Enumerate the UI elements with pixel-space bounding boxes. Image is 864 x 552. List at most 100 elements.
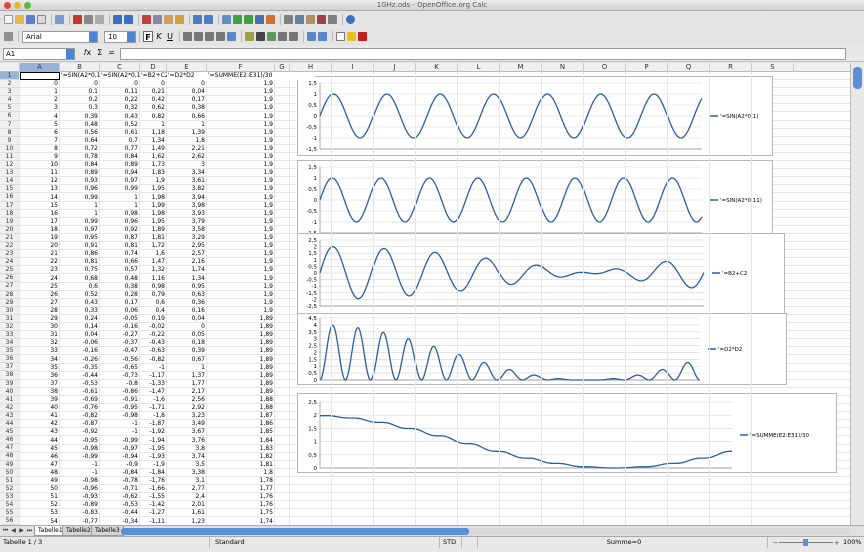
data-cell[interactable]: 5 [20, 121, 60, 129]
row-header[interactable]: 41 [0, 396, 19, 404]
data-cell[interactable]: 23 [20, 266, 60, 274]
data-cell[interactable]: 0,21 [140, 88, 167, 96]
data-cell[interactable]: 26 [20, 291, 60, 299]
data-cell[interactable]: 1,9 [207, 299, 275, 307]
data-cell[interactable]: 1,84 [207, 437, 275, 445]
data-cell[interactable]: 0,06 [100, 307, 140, 315]
data-cell[interactable]: -0,99 [60, 453, 100, 461]
data-cell[interactable]: 3,29 [167, 234, 207, 242]
data-cell[interactable]: 0,43 [100, 113, 140, 121]
row-header[interactable]: 25 [0, 266, 19, 275]
data-cell[interactable]: 40 [20, 404, 60, 412]
column-header[interactable]: M [500, 63, 542, 72]
navigator-icon[interactable] [295, 14, 304, 24]
data-cell[interactable]: -0,47 [100, 347, 140, 355]
data-cell[interactable]: -1,8 [140, 412, 167, 420]
data-cell[interactable]: -0,16 [100, 323, 140, 331]
data-cell[interactable]: 2,21 [167, 145, 207, 153]
data-cell[interactable]: 1,89 [207, 315, 275, 323]
data-cell[interactable]: -0,73 [100, 372, 140, 380]
row-header[interactable]: 36 [0, 355, 19, 364]
data-cell[interactable]: 1,9 [207, 250, 275, 258]
data-cell[interactable]: 0,38 [100, 283, 140, 291]
data-cell[interactable]: 0,63 [167, 291, 207, 299]
data-cell[interactable]: 1,74 [167, 266, 207, 274]
data-cell[interactable]: 30 [20, 323, 60, 331]
data-cell[interactable]: 1,78 [207, 477, 275, 485]
data-cell[interactable]: 1,18 [140, 129, 167, 137]
data-cell[interactable]: 0,66 [167, 113, 207, 121]
data-cell[interactable]: -0,82 [60, 412, 100, 420]
data-cell[interactable]: 1,47 [140, 258, 167, 266]
data-cell[interactable]: 0,6 [60, 283, 100, 291]
data-cell[interactable]: 1,9 [207, 266, 275, 274]
data-cell[interactable]: 0,95 [167, 283, 207, 291]
data-cell[interactable]: 0,39 [60, 113, 100, 121]
data-cell[interactable]: 0,98 [140, 283, 167, 291]
data-cell[interactable]: 0,81 [60, 258, 100, 266]
align-right-icon[interactable] [205, 32, 214, 41]
row-header[interactable]: 3 [0, 88, 19, 97]
data-cell[interactable]: -0,96 [60, 485, 100, 493]
row-header[interactable]: 49 [0, 461, 19, 469]
data-cell[interactable]: -1,9 [140, 461, 167, 469]
data-cell[interactable]: 2,62 [167, 153, 207, 161]
data-cell[interactable]: -0,83 [60, 509, 100, 517]
data-cell[interactable]: 14 [20, 194, 60, 202]
data-cell[interactable]: 4 [20, 113, 60, 121]
row-header[interactable]: 17 [0, 202, 19, 210]
data-cell[interactable]: 0,19 [140, 315, 167, 323]
data-cell[interactable]: -0,02 [140, 323, 167, 331]
column-header[interactable]: G [275, 63, 290, 72]
name-box[interactable]: A1 [3, 48, 75, 60]
italic-button[interactable]: K [154, 31, 164, 42]
data-cell[interactable]: 1,75 [207, 509, 275, 517]
data-cell[interactable]: 1,88 [207, 396, 275, 404]
data-cell[interactable]: 1,86 [207, 420, 275, 428]
data-cell[interactable]: 2,92 [167, 404, 207, 412]
data-cell[interactable]: 2,95 [167, 242, 207, 250]
data-cell[interactable]: -1,76 [140, 477, 167, 485]
data-cell[interactable]: 1,89 [207, 388, 275, 396]
data-cell[interactable]: -1,87 [140, 420, 167, 428]
column-header[interactable]: J [374, 63, 416, 72]
sheet-tab[interactable]: Tabelle3 [91, 526, 124, 536]
data-cell[interactable]: 12 [20, 177, 60, 185]
chevron-down-icon[interactable] [89, 31, 97, 42]
data-cell[interactable]: 2,16 [167, 258, 207, 266]
row-header[interactable]: 22 [0, 242, 19, 251]
row-header[interactable]: 28 [0, 291, 19, 299]
data-cell[interactable]: 0,24 [60, 315, 100, 323]
background-color-icon[interactable] [347, 32, 356, 41]
data-cell[interactable]: 37 [20, 380, 60, 388]
data-cell[interactable]: -1,11 [140, 518, 167, 526]
row-header[interactable]: 24 [0, 258, 19, 267]
function-wizard-icon[interactable]: 𝑓x [84, 48, 91, 58]
data-cell[interactable]: 0,97 [100, 177, 140, 185]
data-cell[interactable]: 1,9 [207, 80, 275, 88]
row-header[interactable]: 42 [0, 404, 19, 412]
row-header[interactable]: 8 [0, 129, 19, 137]
email-icon[interactable] [37, 14, 46, 24]
data-cell[interactable]: 3,82 [167, 185, 207, 193]
data-cell[interactable]: -1 [100, 420, 140, 428]
data-cell[interactable]: 1,85 [207, 428, 275, 436]
data-cell[interactable]: -0,05 [100, 315, 140, 323]
data-cell[interactable]: -1,92 [140, 428, 167, 436]
row-header[interactable]: 15 [0, 185, 19, 194]
spellcheck-icon[interactable] [113, 14, 122, 24]
data-cell[interactable]: 1,89 [207, 380, 275, 388]
data-cell[interactable]: 20 [20, 242, 60, 250]
sort-ascending-icon[interactable] [233, 14, 242, 24]
insert-chart-icon[interactable] [255, 14, 264, 24]
justify-icon[interactable] [216, 32, 225, 41]
data-cell[interactable]: -0,92 [60, 428, 100, 436]
data-cell[interactable]: 1,9 [207, 185, 275, 193]
align-left-icon[interactable] [183, 32, 192, 41]
data-cell[interactable]: 0,04 [60, 331, 100, 339]
data-cell[interactable]: -1,94 [140, 437, 167, 445]
data-cell[interactable]: 0,96 [60, 185, 100, 193]
vertical-scroll-thumb[interactable] [853, 67, 862, 89]
data-cell[interactable]: 3,74 [167, 453, 207, 461]
edit-file-icon[interactable] [55, 14, 64, 24]
